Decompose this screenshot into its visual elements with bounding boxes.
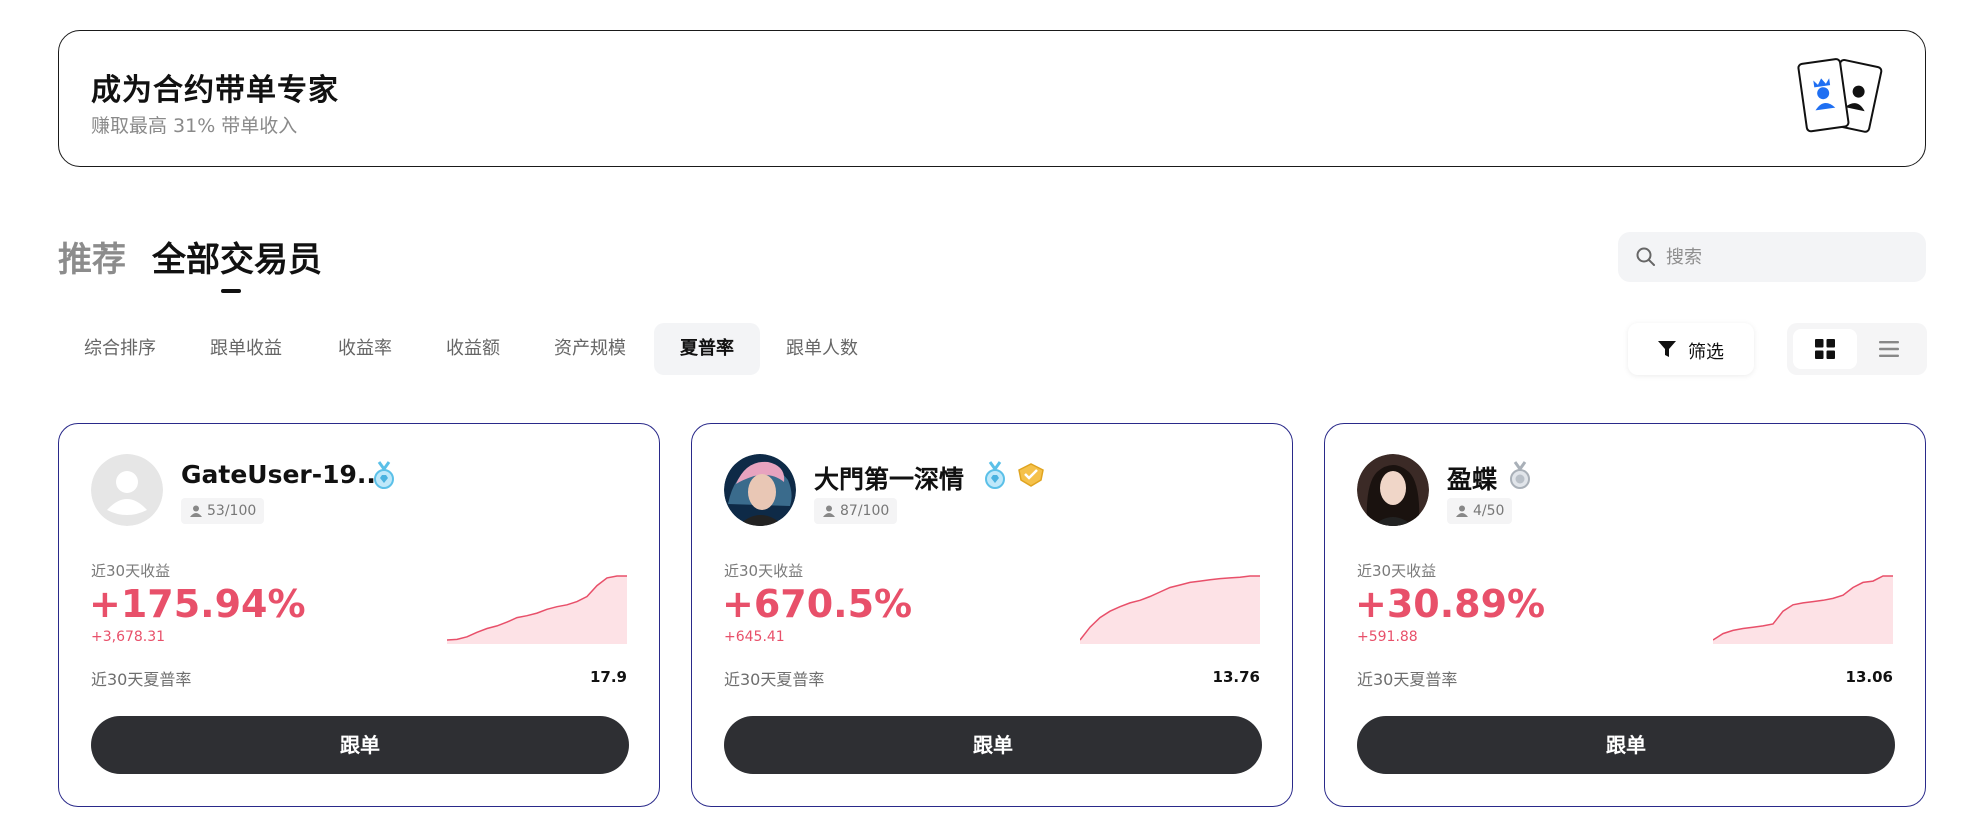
follow-button[interactable]: 跟单 <box>724 716 1262 774</box>
trader-card[interactable]: GateUser-19... 53/100 近30天收益 +175.94% +3… <box>58 423 660 807</box>
trader-name[interactable]: 大門第一深情 <box>814 460 964 496</box>
filter-label: 筛选 <box>1688 342 1724 363</box>
trader-name[interactable]: GateUser-19... <box>181 460 385 489</box>
filter-button[interactable]: 筛选 <box>1628 323 1754 375</box>
search-box[interactable] <box>1618 232 1926 282</box>
grid-view-button[interactable] <box>1793 329 1857 369</box>
pnl-amount: +645.41 <box>724 629 785 645</box>
trader-card[interactable]: 大門第一深情 87/100 近30天收益 +670.5% +645.41 近30… <box>691 423 1293 807</box>
banner-title: 成为合约带单专家 <box>91 73 339 108</box>
leader-promo-banner[interactable]: 成为合约带单专家 赚取最高 31% 带单收入 <box>58 30 1926 167</box>
follower-count-text: 87/100 <box>840 503 890 519</box>
pnl-sparkline <box>1713 575 1893 644</box>
silver-medal-icon <box>1510 461 1530 489</box>
search-icon <box>1636 247 1655 266</box>
pnl-amount: +591.88 <box>1357 629 1418 645</box>
view-toggle <box>1787 323 1927 375</box>
grid-icon <box>1815 339 1835 359</box>
pnl-percent: +670.5% <box>722 582 913 626</box>
pnl-percent: +30.89% <box>1355 582 1546 626</box>
leader-cards-illustration-icon <box>1797 58 1883 133</box>
user-icon <box>1456 505 1468 517</box>
follow-button[interactable]: 跟单 <box>1357 716 1895 774</box>
follower-count-text: 4/50 <box>1473 503 1505 519</box>
follower-count-text: 53/100 <box>207 503 257 519</box>
pnl-label: 近30天收益 <box>91 562 171 580</box>
pnl-label: 近30天收益 <box>724 562 804 580</box>
trader-name[interactable]: 盈蝶 <box>1447 460 1497 496</box>
pnl-amount: +3,678.31 <box>91 629 166 645</box>
sort-follower-count[interactable]: 跟单人数 <box>760 323 884 375</box>
diamond-medal-icon <box>985 461 1005 489</box>
tab-recommend[interactable]: 推荐 <box>58 232 126 281</box>
sort-follow-profit[interactable]: 跟单收益 <box>184 323 308 375</box>
gold-badge-icon <box>1018 463 1044 487</box>
pnl-sparkline <box>447 575 627 644</box>
trader-card[interactable]: 盈蝶 4/50 近30天收益 +30.89% +591.88 近30天夏普率 1… <box>1324 423 1926 807</box>
pnl-percent: +175.94% <box>89 582 306 626</box>
tab-all-traders[interactable]: 全部交易员 <box>152 232 322 281</box>
avatar-default[interactable] <box>91 454 163 526</box>
sharpe-label: 近30天夏普率 <box>91 670 192 689</box>
banner-subtitle: 赚取最高 31% 带单收入 <box>91 115 298 137</box>
follow-button[interactable]: 跟单 <box>91 716 629 774</box>
sparkline-area <box>1080 576 1260 644</box>
sort-pnl-amount[interactable]: 收益额 <box>420 323 526 375</box>
follower-count: 53/100 <box>181 498 265 524</box>
sharpe-value: 17.9 <box>589 668 627 686</box>
sort-sharpe-ratio[interactable]: 夏普率 <box>654 323 760 375</box>
filter-icon <box>1658 341 1676 357</box>
avatar-woman[interactable] <box>1357 454 1429 526</box>
list-icon <box>1879 341 1899 357</box>
user-icon <box>190 505 202 517</box>
sort-comprehensive[interactable]: 综合排序 <box>58 323 182 375</box>
pnl-label: 近30天收益 <box>1357 562 1437 580</box>
diamond-medal-icon <box>374 461 394 489</box>
follower-count: 4/50 <box>1447 498 1513 524</box>
follower-count: 87/100 <box>814 498 898 524</box>
pnl-sparkline <box>1080 575 1260 644</box>
user-icon <box>823 505 835 517</box>
sharpe-label: 近30天夏普率 <box>1357 670 1458 689</box>
search-input[interactable] <box>1666 232 1916 282</box>
sharpe-label: 近30天夏普率 <box>724 670 825 689</box>
active-tab-indicator <box>221 289 241 293</box>
avatar-pink-hair[interactable] <box>724 454 796 526</box>
list-view-button[interactable] <box>1857 329 1921 369</box>
sparkline-area <box>1713 576 1893 644</box>
sharpe-value: 13.06 <box>1845 668 1893 686</box>
sort-roi[interactable]: 收益率 <box>312 323 418 375</box>
sort-aum[interactable]: 资产规模 <box>528 323 652 375</box>
sharpe-value: 13.76 <box>1212 668 1260 686</box>
